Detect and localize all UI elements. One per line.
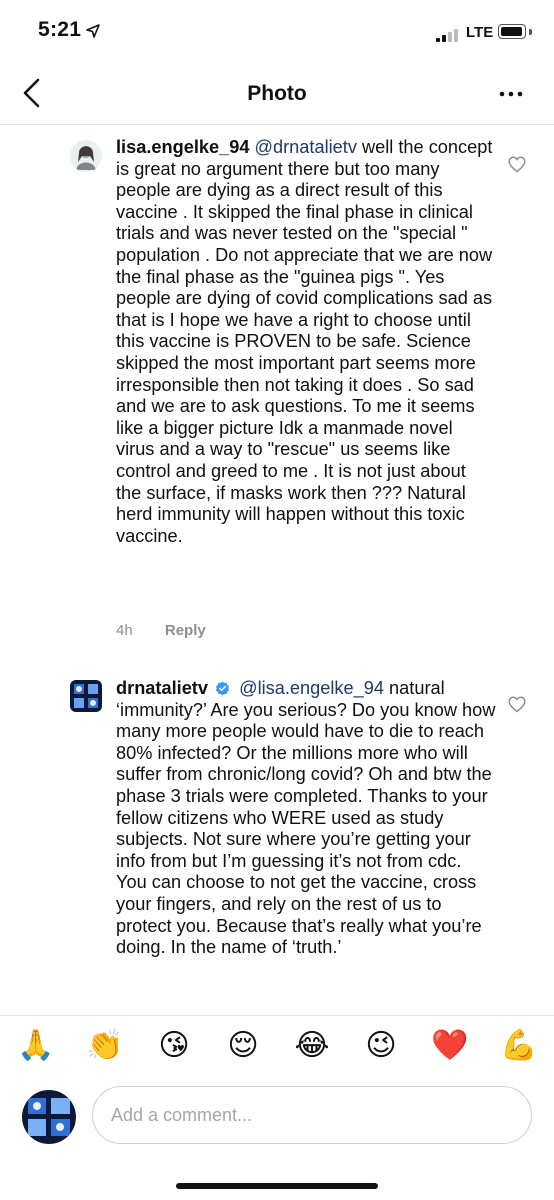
comment-mention[interactable]: @lisa.engelke_94	[239, 678, 384, 698]
flexed-biceps-emoji[interactable]: 💪	[499, 1026, 539, 1066]
avatar[interactable]	[70, 680, 102, 712]
avatar[interactable]	[70, 140, 102, 172]
home-indicator[interactable]	[176, 1183, 378, 1189]
folded-hands-emoji[interactable]: 🙏	[16, 1026, 56, 1066]
page-title: Photo	[247, 82, 307, 105]
battery-tip	[529, 29, 532, 35]
comment-body: lisa.engelke_94 @drnatalietv well the co…	[116, 137, 496, 547]
more-horizontal-icon[interactable]	[498, 84, 524, 104]
location-arrow-icon	[86, 24, 100, 38]
comment-composer	[0, 1082, 554, 1152]
comment-body: drnatalietv @lisa.engelke_94 natural ‘im…	[116, 678, 496, 959]
red-heart-emoji[interactable]: ❤️	[430, 1026, 470, 1066]
nav-bar: Photo	[0, 64, 554, 125]
network-type: LTE	[466, 24, 494, 41]
comment-item: lisa.engelke_94 @drnatalietv well the co…	[0, 130, 554, 650]
comment-mention[interactable]: @drnatalietv	[255, 137, 357, 157]
add-comment-input[interactable]	[92, 1086, 532, 1144]
reply-button[interactable]: Reply	[165, 622, 206, 639]
comment-time: 4h	[116, 622, 133, 639]
comment-username[interactable]: drnatalietv	[116, 678, 208, 698]
winking-face-emoji[interactable]: 😉	[361, 1026, 401, 1066]
comment-text: well the concept is great no argument th…	[116, 137, 493, 546]
like-heart-icon[interactable]	[508, 696, 526, 713]
battery-icon	[498, 24, 526, 39]
status-time: 5:21	[38, 18, 82, 41]
comment-item: drnatalietv @lisa.engelke_94 natural ‘im…	[0, 672, 554, 1007]
cellular-signal-icon	[436, 28, 462, 42]
face-with-tears-of-joy-emoji[interactable]: 😂	[292, 1026, 332, 1066]
status-bar: 5:21 LTE	[0, 0, 554, 64]
comment-meta: 4h Reply	[116, 622, 206, 639]
relieved-face-emoji[interactable]: 😌	[223, 1026, 263, 1066]
avatar	[22, 1090, 76, 1144]
face-blowing-kiss-emoji[interactable]: 😘	[154, 1026, 194, 1066]
verified-badge-icon	[215, 681, 230, 696]
comment-text: natural ‘immunity?’ Are you serious? Do …	[116, 678, 496, 958]
like-heart-icon[interactable]	[508, 156, 526, 173]
clapping-hands-emoji[interactable]: 👏	[85, 1026, 125, 1066]
emoji-quick-reactions: 🙏 👏 😘 😌 😂 😉 ❤️ 💪	[0, 1015, 554, 1078]
comment-username[interactable]: lisa.engelke_94	[116, 137, 249, 157]
photo-comments-screen: 5:21 LTE Photo lisa.engelke_94 @drnatali…	[0, 0, 554, 1200]
